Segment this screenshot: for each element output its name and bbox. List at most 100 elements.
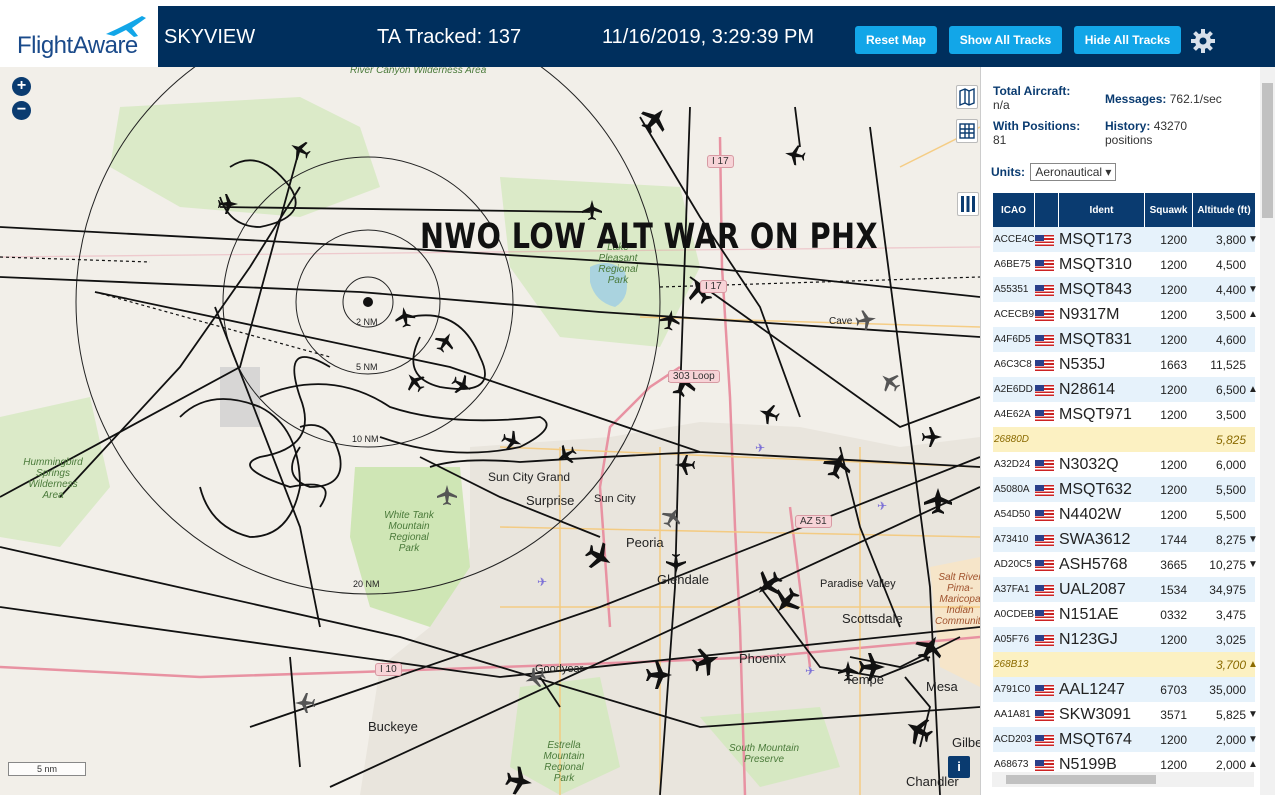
tracked-count: TA Tracked: 137 — [377, 26, 522, 48]
icao-cell: A0CDEB — [994, 609, 1035, 620]
flag-cell — [1035, 558, 1059, 572]
altitude-cell: 10,275 — [1209, 557, 1246, 572]
ident-cell: N535J — [1059, 355, 1106, 373]
col-icao[interactable]: ICAO — [993, 193, 1035, 227]
trend-icon: ▼ — [1248, 734, 1258, 745]
squawk-cell: 1200 — [1160, 407, 1187, 422]
table-row[interactable]: A05F76 N123GJ 1200 3,025 — [993, 627, 1255, 652]
table-row[interactable]: AD20C5 ASH5768 3665 10,275 ▼ — [993, 552, 1258, 577]
zoom-in-button[interactable]: + — [12, 77, 31, 96]
col-ident[interactable]: Ident — [1059, 193, 1145, 227]
table-row[interactable]: A37FA1 UAL2087 1534 34,975 — [993, 577, 1255, 602]
us-flag-icon — [1035, 709, 1054, 721]
icao-cell: A68673 — [994, 759, 1029, 770]
table-horizontal-scrollbar[interactable] — [992, 772, 1254, 787]
col-altitude[interactable]: Altitude (ft) — [1193, 193, 1255, 227]
trend-icon: ▲ — [1248, 384, 1258, 395]
grid-toggle-icon[interactable] — [956, 119, 978, 143]
table-row[interactable]: A791C0 AAL1247 6703 35,000 — [993, 677, 1255, 702]
flag-cell — [1035, 333, 1059, 347]
park-label: Salt River Pima-Maricopa Indian Communit… — [935, 572, 980, 627]
altitude-cell: 4,600 — [1215, 332, 1246, 347]
ident-cell: N5199B — [1059, 755, 1117, 773]
table-row[interactable]: A73410 SWA3612 1744 8,275 ▼ — [993, 527, 1258, 552]
us-flag-icon — [1035, 359, 1054, 371]
us-flag-icon — [1035, 334, 1054, 346]
highway-shield: I 17 — [700, 280, 727, 293]
col-flag[interactable] — [1035, 193, 1059, 227]
city-label: Goodyear — [535, 663, 584, 675]
table-header: ICAO Ident Squawk Altitude (ft) — [993, 193, 1255, 227]
us-flag-icon — [1035, 684, 1054, 696]
table-row[interactable]: ACCE4C MSQT173 1200 3,800 ▼ — [993, 227, 1258, 252]
squawk-cell: 1200 — [1160, 632, 1187, 647]
col-squawk[interactable]: Squawk — [1145, 193, 1193, 227]
table-row[interactable]: A4E62A MSQT971 1200 3,500 — [993, 402, 1255, 427]
us-flag-icon — [1035, 634, 1054, 646]
table-row[interactable]: AA1A81 SKW3091 3571 5,825 ▼ — [993, 702, 1258, 727]
highway-shield: I 10 — [375, 663, 402, 676]
trend-icon: ▼ — [1248, 284, 1258, 295]
history-stat: History: 43270 positions — [1105, 119, 1215, 147]
flag-cell — [1035, 308, 1059, 322]
table-row[interactable]: ACD203 MSQT674 1200 2,000 ▼ — [993, 727, 1258, 752]
range-ring-label: 2 NM — [356, 317, 378, 327]
altitude-cell: 8,275 — [1215, 532, 1246, 547]
city-label: Sun City — [594, 493, 636, 505]
gear-icon[interactable] — [1190, 28, 1216, 54]
highway-shield: I 17 — [707, 155, 734, 168]
sidebar-vertical-scrollbar[interactable] — [1260, 67, 1275, 795]
icao-cell: AA1A81 — [994, 709, 1031, 720]
range-ring-label: 5 NM — [356, 362, 378, 372]
units-select[interactable]: Aeronautical ▾ — [1030, 163, 1117, 181]
table-row[interactable]: 268B13 3,700 ▲ — [993, 652, 1258, 677]
us-flag-icon — [1035, 384, 1054, 396]
icao-cell: A54D50 — [994, 509, 1031, 520]
range-ring-label: 10 NM — [352, 434, 379, 444]
date-time: 11/16/2019, 3:29:39 PM — [602, 26, 815, 48]
table-row[interactable]: ACECB9 N9317M 1200 3,500 ▲ — [993, 302, 1258, 327]
altitude-cell: 3,700 — [1215, 657, 1246, 672]
squawk-cell: 6703 — [1160, 682, 1187, 697]
table-row[interactable]: A32D24 N3032Q 1200 6,000 — [993, 452, 1255, 477]
icao-cell: ACECB9 — [994, 309, 1035, 320]
table-row[interactable]: A6BE75 MSQT310 1200 4,500 — [993, 252, 1255, 277]
show-all-tracks-button[interactable]: Show All Tracks — [949, 26, 1062, 54]
trend-icon: ▼ — [1248, 559, 1258, 570]
icao-cell: 268B13 — [994, 659, 1029, 670]
info-icon[interactable]: i — [948, 756, 970, 778]
trend-icon: ▲ — [1248, 309, 1258, 320]
map-layers-icon[interactable] — [956, 85, 978, 109]
us-flag-icon — [1035, 584, 1054, 596]
altitude-cell: 5,825 — [1215, 707, 1246, 722]
table-row[interactable]: A0CDEB N151AE 0332 3,475 — [993, 602, 1255, 627]
range-ring-label: 20 NM — [353, 579, 380, 589]
ident-cell: N3032Q — [1059, 455, 1119, 473]
hide-all-tracks-button[interactable]: Hide All Tracks — [1074, 26, 1181, 54]
flag-cell — [1035, 233, 1059, 247]
squawk-cell: 1200 — [1160, 232, 1187, 247]
trend-icon: ▲ — [1248, 759, 1258, 770]
icao-cell: A4F6D5 — [994, 334, 1031, 345]
zoom-out-button[interactable]: − — [12, 101, 31, 120]
flightaware-logo[interactable]: FlightAware — [0, 6, 158, 67]
reset-map-button[interactable]: Reset Map — [855, 26, 937, 54]
us-flag-icon — [1035, 309, 1054, 321]
table-row[interactable]: A2E6DD N28614 1200 6,500 ▲ — [993, 377, 1258, 402]
table-row[interactable]: A4F6D5 MSQT831 1200 4,600 — [993, 327, 1255, 352]
table-row[interactable]: 26880D 5,825 — [993, 427, 1255, 452]
icao-cell: A32D24 — [994, 459, 1031, 470]
units-label: Units: — [991, 165, 1025, 179]
table-row[interactable]: A54D50 N4402W 1200 5,500 — [993, 502, 1255, 527]
total-aircraft-value: n/a — [993, 98, 1010, 112]
table-row[interactable]: A55351 MSQT843 1200 4,400 ▼ — [993, 277, 1258, 302]
us-flag-icon — [1035, 459, 1054, 471]
map-view[interactable]: ✈ ✈ ✈ ✈ River Canyon Wilderness Area Lak… — [0, 67, 980, 795]
highway-shield: AZ 51 — [795, 515, 832, 528]
table-row[interactable]: A6C3C8 N535J 1663 11,525 — [993, 352, 1255, 377]
columns-toggle-icon[interactable] — [957, 192, 979, 216]
skyview-app: FlightAware SKYVIEW TA Tracked: 137 11/1… — [0, 0, 1275, 795]
table-row[interactable]: A5080A MSQT632 1200 5,500 — [993, 477, 1255, 502]
squawk-cell: 1200 — [1160, 507, 1187, 522]
city-label: Paradise Valley — [820, 578, 896, 590]
